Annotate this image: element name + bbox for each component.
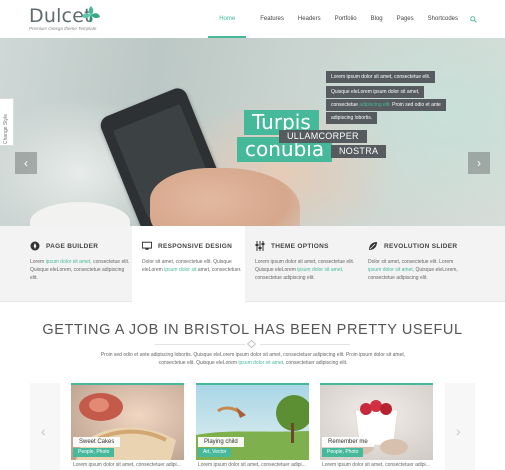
portfolio-description: Lorem ipsum dolor sit amet, consectetuer… [73,462,181,468]
slider-prev-button[interactable]: ‹ [15,152,37,174]
leaf-icon [82,6,100,22]
portfolio-description: Lorem ipsum dolor sit amet, consectetuer… [198,462,306,468]
feature-link[interactable]: ipsum dolor sit amet, [297,267,343,273]
feature-text-part: consectetue adipiscing elit. [255,275,315,281]
nav-portfolio[interactable]: Portfolio [335,0,357,38]
feature-text-part: Lorem [30,259,46,265]
nav-headers[interactable]: Headers [298,0,321,38]
feature-title: REVOLUTION SLIDER [384,242,458,250]
portfolio-next-button[interactable]: › [445,383,475,470]
portfolio-prev-button[interactable]: ‹ [30,383,60,470]
feature-theme-options[interactable]: THEME OPTIONS Lorem ipsum dolor sit amet… [245,226,358,302]
feature-title: RESPONSIVE DESIGN [158,242,233,250]
chevron-right-icon: › [456,423,461,439]
section-text-part: consectetuer adipiscing elit. [284,360,348,366]
feature-revolution-slider[interactable]: REVOLUTION SLIDER Dolor sit amet, consec… [358,226,471,302]
slide-caption-line: consectetue adipiscing elit. Proin sed o… [326,99,446,111]
nav-pages[interactable]: Pages [397,0,414,38]
slide-caption-line: Quisque eleLorem ipsum dolor sit amet, [326,86,425,98]
feature-head: RESPONSIVE DESIGN [142,240,245,252]
portfolio-description: Lorem ipsum dolor sit amet, consectetuer… [322,462,430,468]
monitor-icon [142,241,152,250]
slider-next-button[interactable]: › [468,152,490,174]
portfolio-title[interactable]: Playing child [198,437,244,447]
chevron-left-icon: ‹ [24,156,28,170]
portfolio-title[interactable]: Remember me [322,437,374,447]
portfolio-category[interactable]: People, Photo [73,448,115,457]
section-link[interactable]: ipsum dolor sit amet, [238,360,284,366]
change-style-tab[interactable]: Change Style [0,98,14,146]
hero-slider: Change Style ‹ › Turpis conubia Lorem ip… [0,38,505,226]
caption-link[interactable]: adipiscing elit. [359,102,390,108]
portfolio-card[interactable]: Sweet Cakes People, Photo Lorem ipsum do… [71,383,184,470]
change-style-label: Change Style [3,113,9,144]
slide-tag: NOSTRA [331,145,387,158]
caption-text: Proin sed odio et ante [390,102,441,108]
caption-text: consectetue [331,102,360,108]
section-title: GETTING A JOB IN BRISTOL HAS BEEN PRETTY… [42,322,463,338]
feature-page-builder[interactable]: PAGE BUILDER Lorem ipsum dolor sit amet,… [20,226,133,302]
compass-icon [30,241,40,251]
slide-tag: ULLAMCORPER [279,130,367,143]
leaf-icon [369,242,377,250]
feature-title: PAGE BUILDER [46,242,99,250]
logo-tagline: Premium Omega theme Template [29,26,97,31]
nav-shortcodes[interactable]: Shortcodes [428,0,458,38]
feature-title: THEME OPTIONS [271,242,329,250]
slide-caption-line: adipiscing lobortis. [326,112,378,124]
portfolio-card[interactable]: Playing child Art, Vector Lorem ipsum do… [196,383,309,470]
feature-text: Lorem ipsum dolor sit amet, consectetue … [255,258,355,282]
features-strip: PAGE BUILDER Lorem ipsum dolor sit amet,… [0,226,505,302]
section-intro: Proin sed odio et ante adipiscing lobort… [98,351,408,367]
feature-head: THEME OPTIONS [255,240,358,252]
feature-responsive-design[interactable]: RESPONSIVE DESIGN Dolor sit amet, consec… [132,226,245,302]
main-nav: Home Features Headers Portfolio Blog Pag… [208,0,477,38]
sliders-icon [255,241,265,251]
divider [155,344,245,345]
nav-home[interactable]: Home [208,0,247,38]
divider [260,344,350,345]
nav-blog[interactable]: Blog [371,0,383,38]
portfolio-card[interactable]: Remember me People, Photo Lorem ipsum do… [320,383,433,470]
chevron-left-icon: ‹ [41,423,46,439]
nav-features[interactable]: Features [260,0,284,38]
slide-caption-line: Lorem ipsum dolor sit amet, consectetue … [326,71,436,83]
portfolio-category[interactable]: Art, Vector [198,448,232,457]
portfolio-category[interactable]: People, Photo [322,448,364,457]
site-header: Dulcet Premium Omega theme Template Home… [0,0,505,38]
feature-head: PAGE BUILDER [30,240,133,252]
diamond-icon [247,340,256,348]
feature-text-part: Dolor sit amet, consectetue elit. Lorem [368,259,454,265]
feature-link[interactable]: ipsum dolor sit [164,267,196,273]
feature-head: REVOLUTION SLIDER [368,240,471,252]
feature-text-part: amet, consectetuer. [196,267,242,273]
logo[interactable]: Dulcet Premium Omega theme Template [29,5,100,31]
portfolio-title[interactable]: Sweet Cakes [73,437,121,447]
chevron-right-icon: › [477,156,481,170]
search-icon[interactable] [470,15,477,23]
feature-text: Lorem ipsum dolor sit amet, consectetue … [30,258,130,282]
feature-text: Dolor sit amet, consectetue elit. Quisqu… [142,258,242,274]
feature-text: Dolor sit amet, consectetue elit. Lorem … [368,258,468,282]
portfolio-carousel: ‹ Sweet Cakes People, Photo Lorem ipsum … [30,383,475,470]
feature-link[interactable]: ipsum dolor sit amet, [46,259,92,265]
feature-link[interactable]: ipsum dolor sit amet, [368,267,414,273]
